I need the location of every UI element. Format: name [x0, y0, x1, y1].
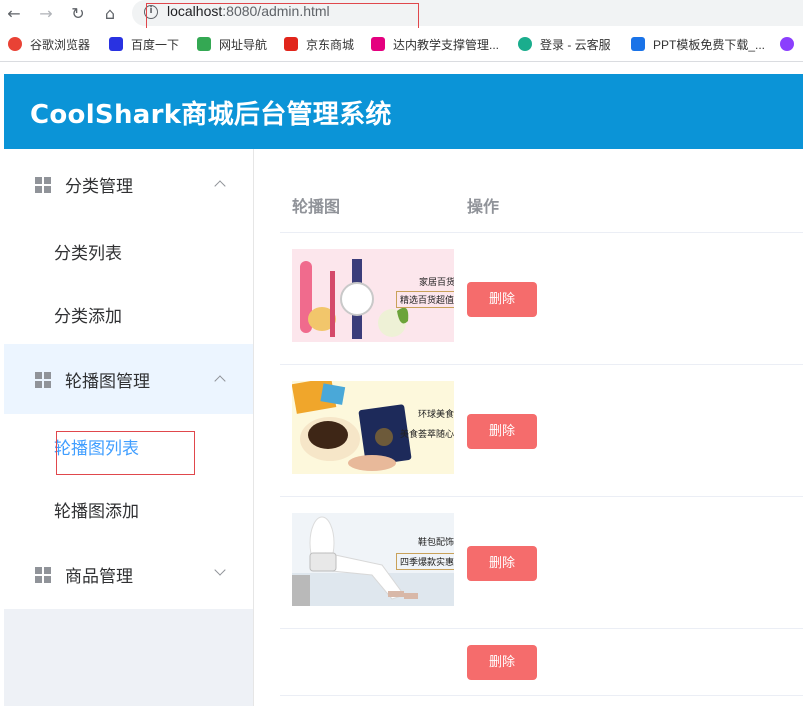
home-icon[interactable]: ⌂: [98, 2, 122, 26]
banner-tag: 鞋包配饰: [418, 538, 454, 548]
menu-group-category[interactable]: 分类管理: [4, 149, 253, 219]
jd-icon: [284, 37, 298, 51]
chrome-icon: [8, 37, 22, 51]
banner-image: 家居百货 精选百货超值: [292, 249, 454, 342]
bookmark-item[interactable]: 百度一下: [109, 36, 179, 54]
delete-button[interactable]: 删除: [467, 414, 537, 449]
sidebar-item-banner-add[interactable]: 轮播图添加: [54, 497, 139, 522]
bookmark-item[interactable]: PPT模板免费下载_...: [631, 36, 765, 54]
grid-icon: [35, 372, 53, 388]
table-row: 删除: [280, 629, 803, 696]
main-content: 轮播图 操作 家居百货 精选百货超值 删除 环球美食 美食荟萃随心 删除 鞋包配…: [254, 149, 803, 706]
grid-icon: [35, 567, 53, 583]
baidu-icon: [109, 37, 123, 51]
chevron-down-icon: [214, 564, 226, 576]
menu-group-label: 轮播图管理: [65, 372, 150, 392]
chevron-up-icon: [214, 180, 226, 192]
bookmark-item[interactable]: 登录 - 云客服: [518, 36, 611, 54]
banner-tag: 环球美食: [418, 410, 454, 420]
table-row: 环球美食 美食荟萃随心 删除: [280, 365, 803, 497]
column-header-action: 操作: [467, 197, 500, 216]
app-header: CoolShark商城后台管理系统: [4, 74, 803, 149]
table-header: 轮播图 操作: [280, 179, 803, 233]
banner-subtitle: 精选百货超值: [396, 291, 454, 308]
more-bookmark-icon: [780, 37, 794, 51]
column-header-banner: 轮播图: [292, 197, 341, 216]
menu-group-banner[interactable]: 轮播图管理: [4, 344, 253, 414]
menu-annotation-box: [56, 431, 195, 475]
reload-icon[interactable]: ↻: [66, 2, 90, 26]
ppt-icon: [631, 37, 645, 51]
table-row: 家居百货 精选百货超值 删除: [280, 233, 803, 365]
banner-image: 鞋包配饰 四季爆款实惠: [292, 513, 454, 606]
bookmark-item[interactable]: 谷歌浏览器: [8, 36, 90, 54]
menu-group-label: 商品管理: [65, 567, 133, 587]
delete-button[interactable]: 删除: [467, 645, 537, 680]
sidebar: 分类管理 分类列表 分类添加 轮播图管理 轮播图列表 轮播图添加 商品管理: [4, 149, 254, 706]
back-icon[interactable]: ←: [2, 2, 26, 26]
tarena-icon: [371, 37, 385, 51]
banner-tag: 家居百货: [419, 278, 454, 288]
banner-subtitle: 美食荟萃随心: [400, 430, 454, 440]
sidebar-item-category-list[interactable]: 分类列表: [54, 239, 122, 264]
bookmark-item[interactable]: 网址导航: [197, 36, 267, 54]
menu-group-label: 分类管理: [65, 177, 133, 197]
table-row: 鞋包配饰 四季爆款实惠 删除: [280, 497, 803, 629]
banner-subtitle: 四季爆款实惠: [396, 553, 454, 570]
sidebar-menu: 分类管理 分类列表 分类添加 轮播图管理 轮播图列表 轮播图添加 商品管理: [4, 149, 253, 609]
banner-image: 环球美食 美食荟萃随心: [292, 381, 454, 474]
cloud-service-icon: [518, 37, 532, 51]
menu-group-product[interactable]: 商品管理: [4, 539, 253, 609]
sidebar-item-category-add[interactable]: 分类添加: [54, 302, 122, 327]
delete-button[interactable]: 删除: [467, 282, 537, 317]
grid-icon: [35, 177, 53, 193]
chevron-up-icon: [214, 375, 226, 387]
bookmark-item[interactable]: [780, 36, 802, 54]
bookmark-item[interactable]: 京东商城: [284, 36, 354, 54]
bookmarks-bar: 谷歌浏览器 百度一下 网址导航 京东商城 达内教学支撑管理... 登录 - 云客…: [0, 28, 803, 62]
forward-icon[interactable]: →: [34, 2, 58, 26]
bookmark-item[interactable]: 达内教学支撑管理...: [371, 36, 499, 54]
app-title: CoolShark商城后台管理系统: [30, 100, 392, 130]
nav-site-icon: [197, 37, 211, 51]
delete-button[interactable]: 删除: [467, 546, 537, 581]
